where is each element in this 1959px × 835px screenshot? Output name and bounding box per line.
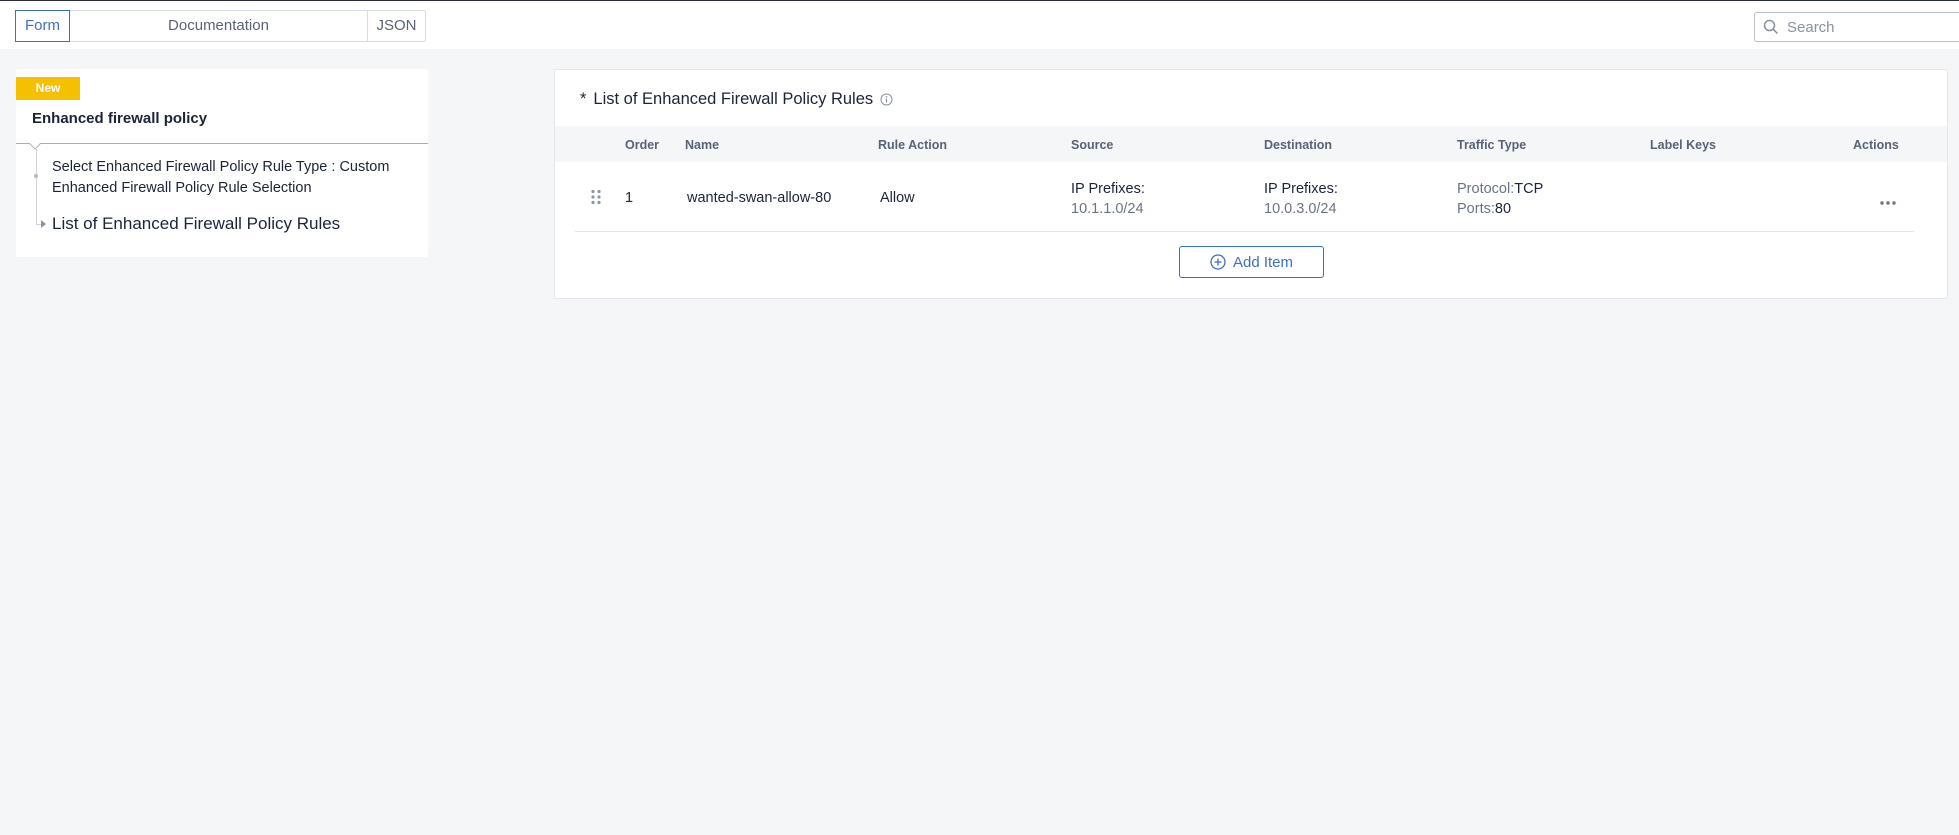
ports-label: Ports: bbox=[1457, 201, 1495, 217]
new-badge: New bbox=[16, 77, 80, 100]
cell-destination: IP Prefixes: 10.0.3.0/24 bbox=[1264, 179, 1338, 219]
required-mark: * bbox=[580, 90, 587, 108]
caret-pointer bbox=[29, 138, 41, 150]
add-circle-icon bbox=[1210, 254, 1226, 270]
ports-value: 80 bbox=[1494, 201, 1512, 217]
add-item-label: Add Item bbox=[1232, 253, 1294, 271]
table-row: 1 wanted-swan-allow-80 Allow IP Prefixes… bbox=[555, 162, 1947, 232]
navigation-panel: New Enhanced firewall policy Select Enha… bbox=[16, 69, 428, 257]
protocol-value: TCP bbox=[1514, 181, 1544, 197]
destination-value: 10.0.3.0/24 bbox=[1264, 201, 1337, 217]
search-icon bbox=[1763, 19, 1779, 35]
column-header-source: Source bbox=[1071, 138, 1114, 152]
policy-title: Enhanced firewall policy bbox=[32, 110, 208, 127]
rules-panel: * List of Enhanced Firewall Policy Rules… bbox=[554, 69, 1948, 299]
source-value: 10.1.1.0/24 bbox=[1071, 201, 1144, 217]
row-divider bbox=[575, 231, 1914, 232]
column-header-label-keys: Label Keys bbox=[1650, 138, 1717, 152]
tab-json[interactable]: JSON bbox=[368, 11, 425, 41]
cell-traffic-type: Protocol:TCP Ports:80 bbox=[1457, 179, 1543, 219]
cell-order: 1 bbox=[625, 190, 634, 206]
info-icon[interactable] bbox=[880, 93, 893, 106]
ports-line: Ports:80 bbox=[1457, 199, 1543, 219]
divider bbox=[16, 143, 428, 144]
add-item-button[interactable]: Add Item bbox=[1179, 246, 1324, 278]
table-header: Order Name Rule Action Source Destinatio… bbox=[555, 126, 1947, 162]
column-header-actions: Actions bbox=[1853, 138, 1899, 152]
tree-node-dot bbox=[34, 174, 38, 178]
cell-name: wanted-swan-allow-80 bbox=[687, 190, 832, 206]
search-box bbox=[1754, 12, 1959, 42]
view-tabs: Form Documentation JSON bbox=[15, 10, 426, 42]
section-title-text: List of Enhanced Firewall Policy Rules bbox=[593, 90, 874, 108]
tab-documentation[interactable]: Documentation bbox=[70, 11, 368, 41]
nav-item-rules-list[interactable]: List of Enhanced Firewall Policy Rules bbox=[52, 214, 340, 234]
cell-source: IP Prefixes: 10.1.1.0/24 bbox=[1071, 179, 1145, 219]
protocol-label: Protocol: bbox=[1457, 181, 1515, 197]
column-header-rule-action: Rule Action bbox=[878, 138, 947, 152]
column-header-traffic-type: Traffic Type bbox=[1457, 138, 1527, 152]
protocol-line: Protocol:TCP bbox=[1457, 179, 1543, 199]
column-header-order: Order bbox=[625, 138, 660, 152]
cell-rule-action: Allow bbox=[880, 190, 915, 206]
source-label: IP Prefixes: bbox=[1071, 181, 1145, 197]
tree-line bbox=[36, 149, 37, 224]
tab-form[interactable]: Form bbox=[15, 10, 70, 42]
destination-label: IP Prefixes: bbox=[1264, 181, 1338, 197]
tree-arrow-icon bbox=[41, 220, 46, 228]
more-actions-icon[interactable] bbox=[1880, 192, 1896, 210]
column-header-destination: Destination bbox=[1264, 138, 1333, 152]
search-input[interactable] bbox=[1787, 18, 1947, 36]
drag-handle-icon[interactable] bbox=[590, 189, 602, 210]
section-title: * List of Enhanced Firewall Policy Rules bbox=[580, 90, 893, 109]
column-header-name: Name bbox=[685, 138, 720, 152]
top-bar: Form Documentation JSON bbox=[0, 0, 1959, 49]
nav-item-rule-type[interactable]: Select Enhanced Firewall Policy Rule Typ… bbox=[52, 157, 412, 199]
